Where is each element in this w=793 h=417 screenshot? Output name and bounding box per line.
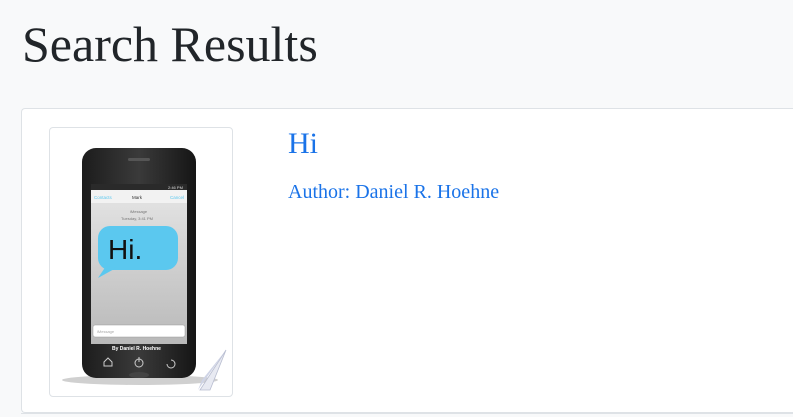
book-cover-thumbnail[interactable]: 2:46 PM Contacts Mark Cancel iMessage Tu… — [49, 127, 233, 397]
cover-byline: By Daniel R. Hoehne — [112, 346, 161, 352]
cover-edit-label: Cancel — [170, 195, 184, 200]
result-author-link[interactable]: Author: Daniel R. Hoehne — [288, 181, 499, 204]
phone-cover-illustration: 2:46 PM Contacts Mark Cancel iMessage Tu… — [62, 148, 227, 391]
search-results-page: Search Results 2:46 PM Contacts Mark Can… — [0, 0, 793, 417]
cover-contact-label: Mark — [132, 195, 143, 200]
bubble-text: Hi. — [108, 234, 142, 265]
paper-plane-icon — [199, 349, 227, 391]
page-title: Search Results — [22, 16, 318, 72]
result-card: 2:46 PM Contacts Mark Cancel iMessage Tu… — [21, 108, 793, 413]
result-title-link[interactable]: Hi — [288, 127, 318, 161]
cover-back-label: Contacts — [94, 195, 113, 200]
divider — [21, 413, 793, 414]
cover-date-label: Tuesday, 3:41 PM — [121, 216, 153, 221]
cover-message-label: iMessage — [130, 209, 148, 214]
status-time: 2:46 PM — [168, 185, 183, 190]
cover-input-placeholder: iMessage — [97, 329, 115, 334]
